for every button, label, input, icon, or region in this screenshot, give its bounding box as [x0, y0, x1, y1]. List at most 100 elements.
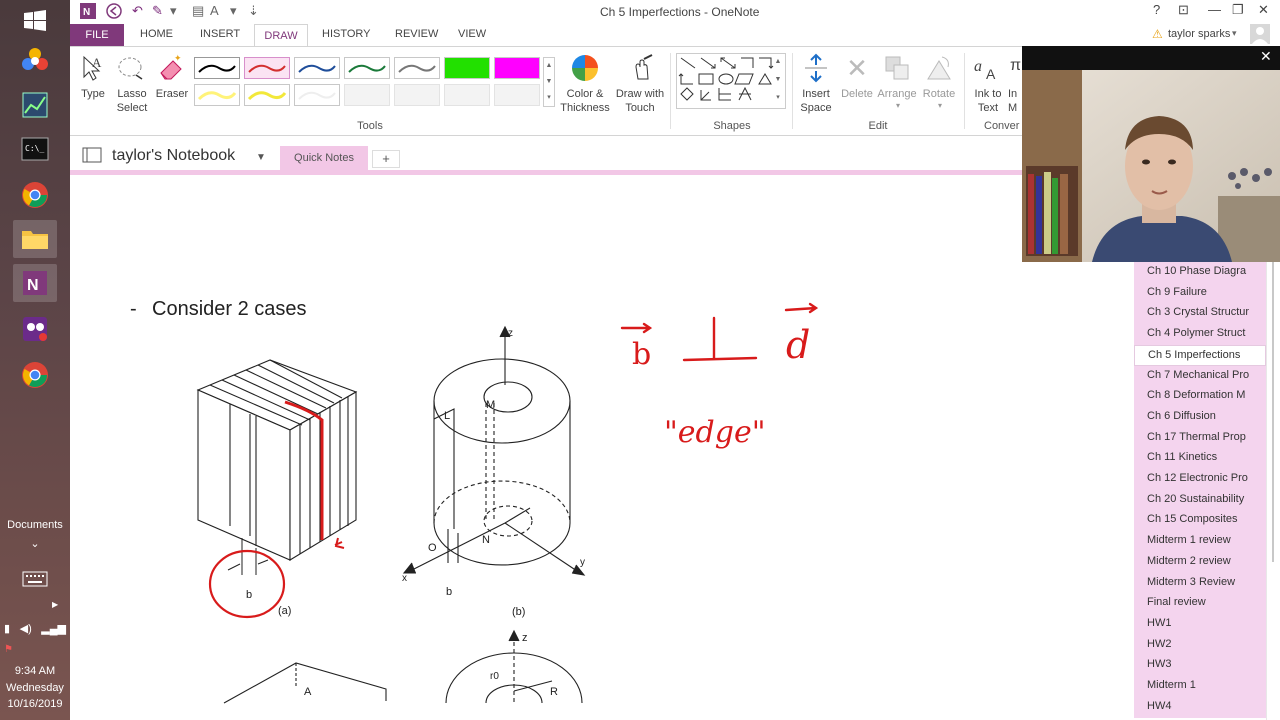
draw-touch-label-2[interactable]: Touch: [612, 101, 668, 115]
onenote-taskbar-icon[interactable]: N: [13, 264, 57, 302]
bullet-text[interactable]: Consider 2 cases: [152, 298, 307, 321]
section-item[interactable]: Ch 8 Deformation M: [1134, 386, 1266, 408]
pen-blue[interactable]: [294, 57, 340, 79]
help-icon[interactable]: ?: [1153, 2, 1160, 17]
pen-green[interactable]: [344, 57, 390, 79]
tab-home[interactable]: HOME: [140, 28, 173, 40]
highlighter-green[interactable]: [444, 57, 490, 79]
section-item[interactable]: HW4: [1134, 696, 1266, 718]
section-item[interactable]: Midterm 1: [1134, 676, 1266, 697]
section-item[interactable]: Ch 12 Electronic Pro: [1134, 469, 1266, 490]
pen-black[interactable]: [194, 57, 240, 79]
section-item[interactable]: Ch 9 Failure: [1134, 282, 1266, 304]
chrome-icon-2[interactable]: [13, 356, 57, 394]
scroll-thumb[interactable]: [1272, 262, 1274, 562]
windows-start-icon[interactable]: [13, 2, 57, 40]
tab-file[interactable]: FILE: [70, 24, 124, 46]
file-explorer-icon[interactable]: [13, 220, 57, 258]
lasso-label-1[interactable]: Lasso: [114, 87, 150, 101]
pen-quick-icon[interactable]: ✎: [152, 3, 163, 19]
meeting-app-icon[interactable]: [13, 310, 57, 348]
ribbon-display-icon[interactable]: ⊡: [1178, 2, 1189, 18]
keyboard-icon[interactable]: [13, 560, 57, 598]
eraser-button[interactable]: Eraser: [154, 87, 190, 101]
section-item[interactable]: Final review: [1134, 593, 1266, 615]
pen-empty-4[interactable]: [494, 84, 540, 106]
format-icon[interactable]: A: [210, 3, 219, 18]
section-item[interactable]: Midterm 1 review: [1134, 531, 1266, 553]
draw-touch-label-1[interactable]: Draw with: [612, 87, 668, 101]
section-item[interactable]: Ch 11 Kinetics: [1134, 448, 1266, 470]
pinwheel-app-icon[interactable]: [13, 42, 57, 80]
section-item[interactable]: Ch 6 Diffusion: [1134, 406, 1266, 428]
signal-icon[interactable]: ▂▄▆: [41, 622, 66, 635]
notebook-name[interactable]: taylor's Notebook: [112, 147, 235, 165]
insert-space-label-1[interactable]: Insert: [796, 87, 836, 101]
tab-draw[interactable]: DRAW: [254, 24, 308, 46]
webcam-overlay[interactable]: ✕: [1022, 46, 1280, 262]
lasso-label-2[interactable]: Select: [114, 101, 150, 115]
customize-icon[interactable]: ⇣: [248, 3, 259, 19]
network-icon[interactable]: ▮: [4, 622, 10, 635]
user-name[interactable]: taylor sparks: [1168, 28, 1230, 40]
documents-label[interactable]: Documents: [0, 519, 70, 531]
warning-tray-icon[interactable]: ⚑: [4, 644, 13, 655]
section-item[interactable]: Ch 20 Sustainability: [1134, 489, 1266, 511]
system-tray[interactable]: ▮ ◀) ▂▄▆: [4, 622, 66, 635]
pen-yellow-1[interactable]: [194, 84, 240, 106]
tab-insert[interactable]: INSERT: [200, 28, 240, 40]
clock-time[interactable]: 9:34 AM: [0, 665, 70, 677]
section-item[interactable]: Ch 3 Crystal Structur: [1134, 303, 1266, 325]
ink-to-text-label-2[interactable]: Text: [968, 101, 1008, 115]
pen-white[interactable]: [294, 84, 340, 106]
color-thickness-label-1[interactable]: Color &: [558, 87, 612, 101]
pen-gallery-scroll[interactable]: ▲ ▼ ▾: [543, 57, 555, 107]
pen-empty-1[interactable]: [344, 84, 390, 106]
notebook-dropdown-icon[interactable]: ▼: [256, 152, 266, 163]
restore-icon[interactable]: ❐: [1232, 2, 1244, 18]
section-item[interactable]: Ch 10 Phase Diagra: [1134, 262, 1266, 283]
tab-review[interactable]: REVIEW: [395, 28, 438, 40]
webcam-close-icon[interactable]: ✕: [1260, 48, 1272, 65]
volume-icon[interactable]: ◀): [20, 622, 32, 635]
add-section-button[interactable]: +: [372, 150, 400, 168]
section-item[interactable]: HW3: [1134, 655, 1266, 677]
tab-history[interactable]: HISTORY: [322, 28, 371, 40]
color-thickness-label-2[interactable]: Thickness: [556, 101, 614, 115]
dock-icon[interactable]: ▤: [192, 3, 204, 19]
tab-view[interactable]: VIEW: [458, 28, 486, 40]
user-dropdown-icon[interactable]: ▾: [1232, 28, 1237, 39]
shapes-gallery[interactable]: [676, 53, 786, 109]
section-scrollbar[interactable]: [1266, 262, 1280, 720]
ink-to-text-label-1[interactable]: Ink to: [968, 87, 1008, 101]
section-item[interactable]: Ch 5 Imperfections: [1134, 344, 1266, 366]
close-icon[interactable]: ✕: [1258, 2, 1269, 18]
dropdown-icon[interactable]: ▾: [170, 3, 177, 19]
tab-quick-notes[interactable]: Quick Notes: [280, 146, 368, 170]
back-icon[interactable]: [106, 3, 122, 22]
pen-yellow-2[interactable]: [244, 84, 290, 106]
expand-arrow-icon[interactable]: ▶: [52, 600, 58, 609]
highlighter-magenta[interactable]: [494, 57, 540, 79]
ink-to-math-label-1[interactable]: In: [1008, 87, 1022, 101]
pen-empty-3[interactable]: [444, 84, 490, 106]
section-item[interactable]: HW2: [1134, 634, 1266, 656]
type-button[interactable]: Type: [76, 87, 110, 101]
ink-to-math-label-2[interactable]: M: [1008, 101, 1022, 115]
rotate-dropdown-icon[interactable]: ▾: [930, 99, 950, 113]
section-item[interactable]: Ch 4 Polymer Struct: [1134, 324, 1266, 346]
chart-app-icon[interactable]: [13, 86, 57, 124]
page-canvas[interactable]: - Consider 2 cases b (a) z M L N O x y b…: [70, 175, 1132, 720]
arrange-dropdown-icon[interactable]: ▾: [888, 99, 908, 113]
chrome-icon[interactable]: [13, 176, 57, 214]
section-item[interactable]: HW1: [1134, 613, 1266, 635]
pen-empty-2[interactable]: [394, 84, 440, 106]
shapes-scroll[interactable]: ▲ ▼ ▾: [771, 53, 785, 109]
dropdown-icon-2[interactable]: ▾: [230, 3, 237, 19]
section-item[interactable]: Ch 17 Thermal Prop: [1134, 427, 1266, 449]
pen-gray[interactable]: [394, 57, 440, 79]
chevron-down-icon[interactable]: ⌄: [0, 537, 70, 550]
section-item[interactable]: Midterm 2 review: [1134, 551, 1266, 573]
terminal-icon[interactable]: C:\_: [13, 130, 57, 168]
delete-button[interactable]: Delete: [836, 87, 878, 101]
